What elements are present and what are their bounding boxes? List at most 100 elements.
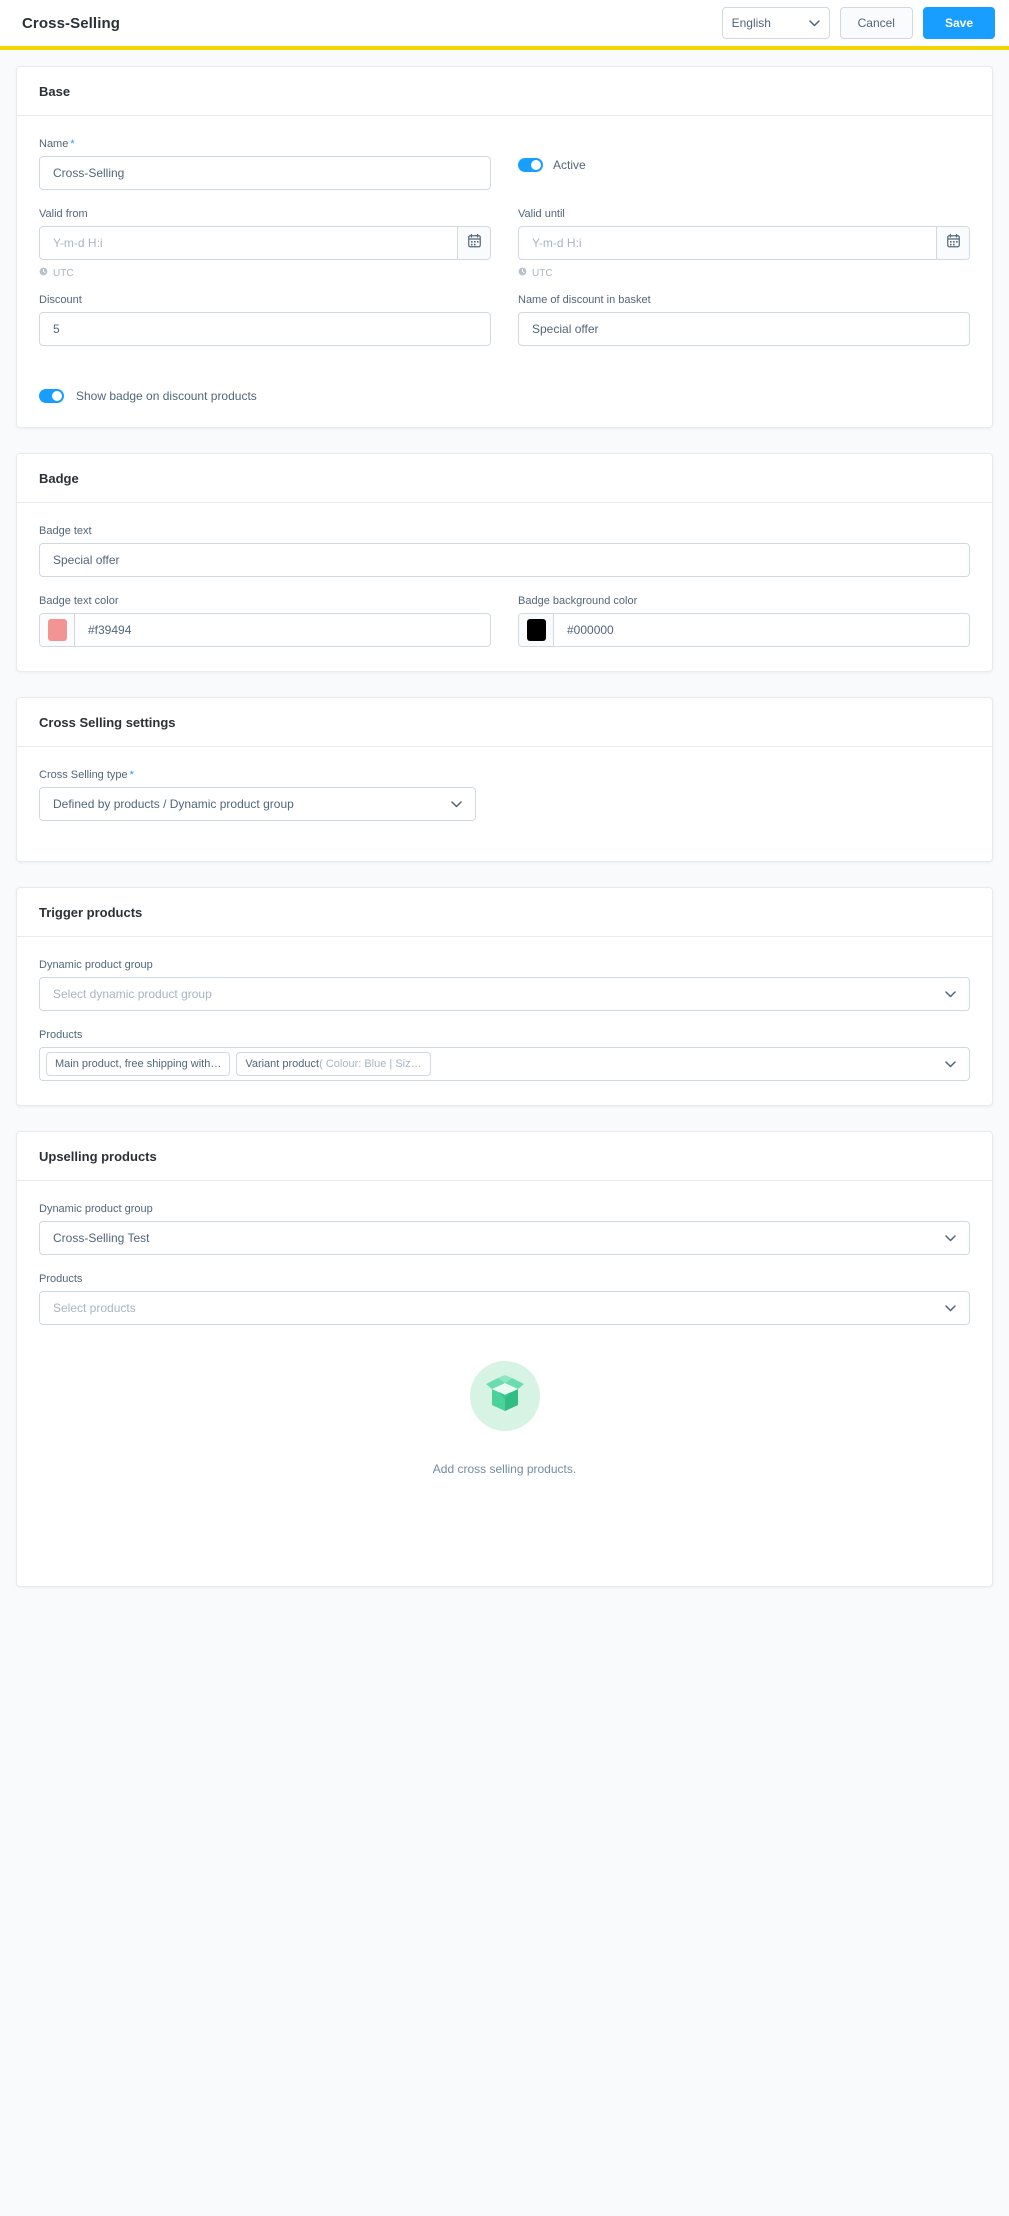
badge-bg-color-field[interactable]: #000000 <box>518 613 970 647</box>
badge-card-header: Badge <box>17 454 992 503</box>
color-swatch-icon <box>526 619 546 641</box>
upselling-dynamic-group-value: Cross-Selling Test <box>53 1231 150 1245</box>
show-badge-toggle[interactable] <box>39 389 64 403</box>
empty-state-text: Add cross selling products. <box>432 1462 577 1476</box>
active-toggle[interactable] <box>518 158 543 172</box>
badge-bg-color-input[interactable]: #000000 <box>554 614 969 646</box>
cancel-button[interactable]: Cancel <box>839 7 913 39</box>
valid-from-input[interactable]: Y-m-d H:i <box>40 227 457 259</box>
upselling-products-label: Products <box>39 1273 83 1285</box>
valid-from-label: Valid from <box>39 208 88 220</box>
badge-text-input[interactable]: Special offer <box>39 543 970 577</box>
product-chip-variant: ( Colour: Blue | Siz… <box>319 1058 422 1070</box>
upselling-dynamic-group-select[interactable]: Cross-Selling Test <box>39 1221 970 1255</box>
name-label-text: Name <box>39 138 69 150</box>
badge-text-color-swatch-button[interactable] <box>40 614 75 646</box>
name-input[interactable]: Cross-Selling <box>39 156 491 190</box>
active-toggle-group: Active <box>518 138 970 208</box>
badge-text-color-label: Badge text color <box>39 595 119 607</box>
base-card-header: Base <box>17 67 992 116</box>
valid-from-group: Valid from Y-m-d H:i UTC <box>39 208 491 279</box>
valid-from-hint: UTC <box>39 267 491 279</box>
cross-selling-type-select[interactable]: Defined by products / Dynamic product gr… <box>39 787 476 821</box>
valid-until-hint-text: UTC <box>532 267 553 279</box>
upselling-products-placeholder: Select products <box>53 1301 136 1315</box>
badge-text-label: Badge text <box>39 525 92 537</box>
name-field-group: Name * Cross-Selling <box>39 138 491 208</box>
badge-bg-color-label: Badge background color <box>518 595 638 607</box>
valid-until-input[interactable]: Y-m-d H:i <box>519 227 936 259</box>
valid-until-label: Valid until <box>518 208 565 220</box>
upselling-products-card-title: Upselling products <box>39 1149 157 1164</box>
cross-selling-type-value: Defined by products / Dynamic product gr… <box>53 797 294 811</box>
base-card: Base Name * Cross-Selling Active Valid f… <box>16 66 993 428</box>
calendar-icon-button[interactable] <box>457 227 490 259</box>
required-asterisk: * <box>70 138 75 150</box>
discount-group: Discount 5 <box>39 294 491 346</box>
badge-bg-color-swatch-button[interactable] <box>519 614 554 646</box>
trigger-products-card-body: Dynamic product group Select dynamic pro… <box>17 937 992 1105</box>
upselling-dynamic-group-field: Dynamic product group Cross-Selling Test <box>39 1203 970 1255</box>
chevron-down-icon <box>945 1060 956 1068</box>
trigger-products-card-title: Trigger products <box>39 905 143 920</box>
chevron-down-icon <box>945 1304 956 1312</box>
upselling-products-select[interactable]: Select products <box>39 1291 970 1325</box>
empty-state-circle <box>469 1361 540 1431</box>
trigger-products-card: Trigger products Dynamic product group S… <box>16 887 993 1106</box>
chevron-down-icon <box>451 800 462 808</box>
color-swatch-icon <box>47 619 67 641</box>
cross-selling-type-label: Cross Selling type * <box>39 769 970 781</box>
required-asterisk: * <box>129 769 134 781</box>
valid-from-input-group[interactable]: Y-m-d H:i <box>39 226 491 260</box>
calendar-icon <box>467 233 481 253</box>
save-button[interactable]: Save <box>922 7 995 39</box>
header-actions: English Cancel Save <box>721 7 995 39</box>
product-chip-ellipsis: … <box>210 1058 222 1070</box>
cross-selling-settings-card: Cross Selling settings Cross Selling typ… <box>16 697 993 862</box>
badge-card-title: Badge <box>39 471 79 486</box>
cross-selling-settings-card-body: Cross Selling type * Defined by products … <box>17 747 992 861</box>
cross-selling-settings-card-header: Cross Selling settings <box>17 698 992 747</box>
badge-text-color-input[interactable]: #f39494 <box>75 614 490 646</box>
chevron-down-icon <box>945 990 956 998</box>
base-card-body: Name * Cross-Selling Active Valid from Y… <box>17 116 992 427</box>
active-toggle-label: Active <box>553 158 586 172</box>
badge-colors-row: Badge text color #f39494 Badge backgroun… <box>39 595 970 647</box>
badge-text-color-field[interactable]: #f39494 <box>39 613 491 647</box>
language-select[interactable]: English <box>721 7 830 39</box>
name-label: Name * <box>39 138 491 150</box>
base-card-title: Base <box>39 84 71 99</box>
open-box-icon <box>484 1374 526 1419</box>
name-field: Name * Cross-Selling <box>39 138 491 190</box>
discount-name-input[interactable]: Special offer <box>518 312 970 346</box>
calendar-icon-button[interactable] <box>936 227 969 259</box>
product-chip[interactable]: Variant product ( Colour: Blue | Siz… <box>236 1052 431 1076</box>
product-chip[interactable]: Main product, free shipping with … <box>46 1052 231 1076</box>
valid-until-input-group[interactable]: Y-m-d H:i <box>518 226 970 260</box>
discount-input[interactable]: 5 <box>39 312 491 346</box>
upselling-products-card: Upselling products Dynamic product group… <box>16 1131 993 1587</box>
valid-from-hint-text: UTC <box>53 267 74 279</box>
trigger-products-label: Products <box>39 1029 83 1041</box>
product-chip-label: Variant product <box>245 1058 320 1070</box>
upselling-products-card-header: Upselling products <box>17 1132 992 1181</box>
page-title: Cross-Selling <box>22 14 120 32</box>
trigger-dynamic-group-placeholder: Select dynamic product group <box>53 987 212 1001</box>
discount-name-label: Name of discount in basket <box>518 294 651 306</box>
discount-name-group: Name of discount in basket Special offer <box>518 294 970 346</box>
trigger-dynamic-group-label: Dynamic product group <box>39 959 153 971</box>
discount-row: Discount 5 Name of discount in basket Sp… <box>39 294 970 346</box>
page-header: Cross-Selling English Cancel Save <box>0 0 1009 50</box>
trigger-dynamic-group-select[interactable]: Select dynamic product group <box>39 977 970 1011</box>
chevron-down-icon <box>808 19 820 27</box>
badge-bg-color-group: Badge background color #000000 <box>518 595 970 647</box>
trigger-products-card-header: Trigger products <box>17 888 992 937</box>
valid-until-hint: UTC <box>518 267 970 279</box>
name-active-row: Name * Cross-Selling Active <box>39 138 970 208</box>
language-select-value: English <box>731 16 771 30</box>
chevron-down-icon <box>945 1234 956 1242</box>
calendar-icon <box>946 233 960 253</box>
cross-selling-type-label-text: Cross Selling type <box>39 769 128 781</box>
trigger-products-multiselect[interactable]: Main product, free shipping with … Varia… <box>39 1047 970 1081</box>
upselling-products-field: Products Select products <box>39 1273 970 1325</box>
